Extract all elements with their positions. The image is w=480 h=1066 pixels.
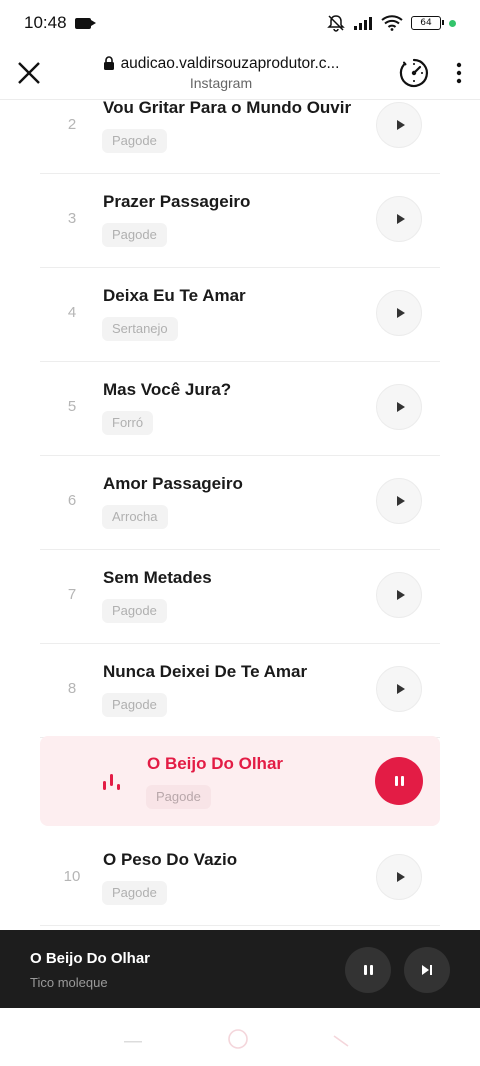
track-number: 4	[67, 304, 77, 321]
speedometer-icon	[399, 58, 429, 87]
play-button[interactable]	[376, 572, 422, 618]
track-number: 3	[67, 210, 77, 227]
battery-level: 64	[420, 18, 432, 28]
close-icon	[18, 61, 40, 84]
equalizer-icon	[103, 774, 120, 790]
track-row[interactable]: 6 Amor Passageiro Arrocha	[40, 456, 440, 550]
play-button[interactable]	[376, 196, 422, 242]
more-options-button[interactable]	[438, 46, 480, 100]
play-icon	[396, 684, 405, 694]
genre-tag: Pagode	[102, 129, 167, 153]
nav-back-icon[interactable]	[332, 1034, 350, 1048]
bell-off-icon	[327, 15, 345, 32]
status-bar: 10:48 64	[0, 0, 480, 46]
status-icons: 64	[327, 14, 456, 32]
wifi-icon	[381, 15, 403, 31]
play-icon	[396, 402, 405, 412]
play-icon	[396, 496, 405, 506]
video-camera-icon	[74, 17, 96, 29]
lock-icon	[103, 56, 114, 70]
privacy-indicator-dot	[449, 19, 456, 27]
genre-tag: Pagode	[102, 881, 167, 905]
status-time: 10:48	[24, 13, 67, 32]
track-title: O Beijo Do Olhar	[147, 754, 284, 773]
genre-tag: Pagode	[102, 693, 167, 717]
track-row[interactable]: 4 Deixa Eu Te Amar Sertanejo	[40, 268, 440, 362]
player-next-button[interactable]	[404, 947, 450, 993]
play-button[interactable]	[376, 478, 422, 524]
more-vertical-icon	[456, 62, 462, 83]
track-row[interactable]: 2 Vou Gritar Para o Mundo Ouvir Pagode	[40, 100, 440, 174]
genre-tag: Pagode	[102, 599, 167, 623]
url-bar[interactable]: audicao.valdirsouzaprodutor.c... Instagr…	[58, 55, 390, 91]
page-url: audicao.valdirsouzaprodutor.c...	[120, 54, 340, 72]
pause-icon	[393, 776, 405, 786]
track-number: 8	[67, 680, 77, 697]
track-row[interactable]: 3 Prazer Passageiro Pagode	[40, 174, 440, 268]
genre-tag: Pagode	[102, 223, 167, 247]
track-number: 10	[63, 868, 81, 885]
genre-tag: Arrocha	[102, 505, 168, 529]
play-button[interactable]	[376, 290, 422, 336]
close-button[interactable]	[0, 46, 58, 100]
track-title: Nunca Deixei De Te Amar	[103, 662, 308, 681]
track-title: O Peso Do Vazio	[103, 850, 238, 869]
track-title: Amor Passageiro	[103, 474, 243, 493]
track-title: Mas Você Jura?	[103, 380, 232, 399]
track-number: 7	[67, 586, 77, 603]
track-row[interactable]: 7 Sem Metades Pagode	[40, 550, 440, 644]
speed-button[interactable]	[390, 46, 438, 100]
skip-next-icon	[422, 965, 432, 975]
track-row-playing[interactable]: O Beijo Do Olhar Pagode	[40, 736, 440, 826]
genre-tag: Forró	[102, 411, 154, 435]
player-pause-button[interactable]	[345, 947, 391, 993]
play-icon	[396, 872, 405, 882]
play-icon	[396, 308, 405, 318]
pause-icon	[362, 965, 374, 975]
track-title: Deixa Eu Te Amar	[103, 286, 246, 305]
battery-icon: 64	[411, 16, 444, 30]
track-number: 2	[67, 116, 77, 133]
browser-header: audicao.valdirsouzaprodutor.c... Instagr…	[0, 46, 480, 100]
track-number: 5	[67, 398, 77, 415]
track-number: 6	[67, 492, 77, 509]
now-playing-artist: Tico moleque	[30, 975, 108, 990]
track-row[interactable]: 8 Nunca Deixei De Te Amar Pagode	[40, 644, 440, 738]
genre-tag: Pagode	[146, 785, 211, 809]
track-title: Vou Gritar Para o Mundo Ouvir	[103, 100, 352, 117]
play-icon	[396, 590, 405, 600]
play-button[interactable]	[376, 666, 422, 712]
nav-menu-icon[interactable]	[124, 1040, 144, 1044]
system-nav-bar	[0, 1008, 480, 1066]
track-title: Sem Metades	[103, 568, 212, 587]
play-button[interactable]	[376, 102, 422, 148]
genre-tag: Sertanejo	[102, 317, 178, 341]
play-button[interactable]	[376, 854, 422, 900]
play-icon	[396, 214, 405, 224]
mini-player[interactable]: O Beijo Do Olhar Tico moleque	[0, 930, 480, 1008]
signal-icon	[354, 17, 372, 30]
referrer-label: Instagram	[189, 74, 253, 91]
play-icon	[396, 120, 405, 130]
now-playing-title: O Beijo Do Olhar	[30, 950, 151, 967]
track-row[interactable]: 5 Mas Você Jura? Forró	[40, 362, 440, 456]
track-list: 2 Vou Gritar Para o Mundo Ouvir Pagode 3…	[40, 100, 440, 930]
pause-button[interactable]	[375, 757, 423, 805]
play-button[interactable]	[376, 384, 422, 430]
track-title: Prazer Passageiro	[103, 192, 251, 211]
track-row[interactable]: 10 O Peso Do Vazio Pagode	[40, 832, 440, 926]
nav-home-icon[interactable]	[227, 1028, 249, 1050]
